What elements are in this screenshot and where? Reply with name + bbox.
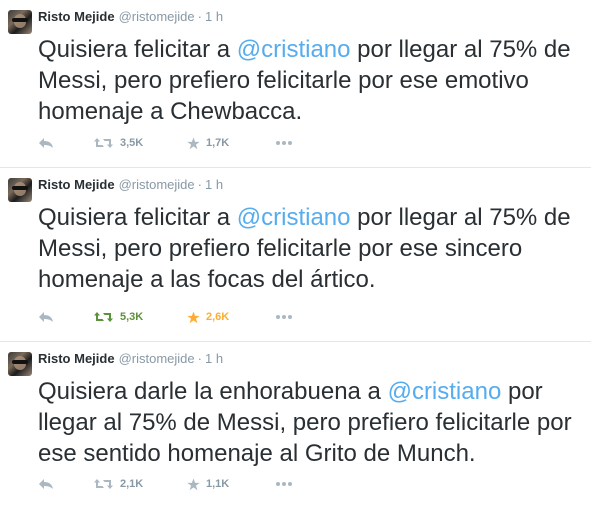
tweet-header: Risto Mejide @ristomejide · 1 h — [38, 9, 223, 25]
tweet[interactable]: Risto Mejide @ristomejide · 1 h Quisiera fe… — [0, 0, 591, 168]
reply-button[interactable] — [38, 307, 54, 327]
tweet[interactable]: Risto Mejide @ristomejide · 1 h Quisiera fe… — [0, 168, 591, 342]
more-button[interactable] — [275, 307, 293, 327]
tweet[interactable]: Risto Mejide @ristomejide · 1 h Quisiera da… — [0, 342, 591, 508]
author-handle[interactable]: @ristomejide — [119, 9, 195, 24]
more-icon — [276, 141, 292, 145]
retweet-icon — [94, 312, 113, 322]
tweet-actions: 5,3K 2,6K — [38, 307, 558, 327]
retweet-button[interactable]: 5,3K — [94, 307, 143, 327]
tweet-text-before: Quisiera felicitar a — [38, 36, 237, 63]
favorite-icon — [187, 137, 200, 149]
avatar[interactable] — [8, 178, 32, 202]
tweet-actions: 2,1K 1,1K — [38, 474, 558, 494]
favorite-count: 1,7K — [206, 137, 230, 149]
avatar[interactable] — [8, 352, 32, 376]
separator-dot: · — [197, 9, 202, 24]
favorite-icon — [187, 478, 200, 490]
retweet-count: 2,1K — [120, 478, 144, 490]
favorite-count: 2,6K — [206, 311, 230, 323]
favorite-button[interactable]: 1,1K — [187, 474, 229, 494]
author-name[interactable]: Risto Mejide — [38, 177, 115, 192]
tweet-timestamp[interactable]: 1 h — [205, 351, 223, 366]
reply-icon — [39, 479, 53, 489]
favorite-button[interactable]: 1,7K — [187, 133, 229, 153]
tweet-feed: Risto Mejide @ristomejide · 1 h Quisiera fe… — [0, 0, 591, 508]
tweet-timestamp[interactable]: 1 h — [205, 9, 223, 24]
tweet-text: Quisiera felicitar a @cristiano por lleg… — [38, 202, 583, 295]
tweet-header: Risto Mejide @ristomejide · 1 h — [38, 177, 223, 193]
reply-button[interactable] — [38, 474, 54, 494]
tweet-text: Quisiera darle la enhorabuena a @cristia… — [38, 376, 583, 469]
retweet-button[interactable]: 2,1K — [94, 474, 143, 494]
more-button[interactable] — [275, 133, 293, 153]
favorite-icon — [187, 311, 200, 323]
author-name[interactable]: Risto Mejide — [38, 9, 115, 24]
reply-icon — [39, 312, 53, 322]
retweet-icon — [94, 138, 113, 148]
tweet-text-before: Quisiera felicitar a — [38, 204, 237, 231]
tweet-text-before: Quisiera darle la enhorabuena a — [38, 378, 388, 405]
retweet-count: 5,3K — [120, 311, 144, 323]
author-handle[interactable]: @ristomejide — [119, 177, 195, 192]
more-icon — [276, 482, 292, 486]
mention-link[interactable]: @cristiano — [388, 378, 502, 405]
avatar[interactable] — [8, 10, 32, 34]
more-button[interactable] — [275, 474, 293, 494]
author-handle[interactable]: @ristomejide — [119, 351, 195, 366]
mention-link[interactable]: @cristiano — [237, 36, 351, 63]
retweet-button[interactable]: 3,5K — [94, 133, 143, 153]
retweet-icon — [94, 479, 113, 489]
tweet-text: Quisiera felicitar a @cristiano por lleg… — [38, 34, 583, 127]
favorite-count: 1,1K — [206, 478, 230, 490]
reply-button[interactable] — [38, 133, 54, 153]
reply-icon — [39, 138, 53, 148]
more-icon — [276, 315, 292, 319]
favorite-button[interactable]: 2,6K — [187, 307, 229, 327]
retweet-count: 3,5K — [120, 137, 144, 149]
separator-dot: · — [197, 177, 202, 192]
mention-link[interactable]: @cristiano — [237, 204, 351, 231]
tweet-header: Risto Mejide @ristomejide · 1 h — [38, 351, 223, 367]
separator-dot: · — [197, 351, 202, 366]
author-name[interactable]: Risto Mejide — [38, 351, 115, 366]
tweet-timestamp[interactable]: 1 h — [205, 177, 223, 192]
tweet-actions: 3,5K 1,7K — [38, 133, 558, 153]
